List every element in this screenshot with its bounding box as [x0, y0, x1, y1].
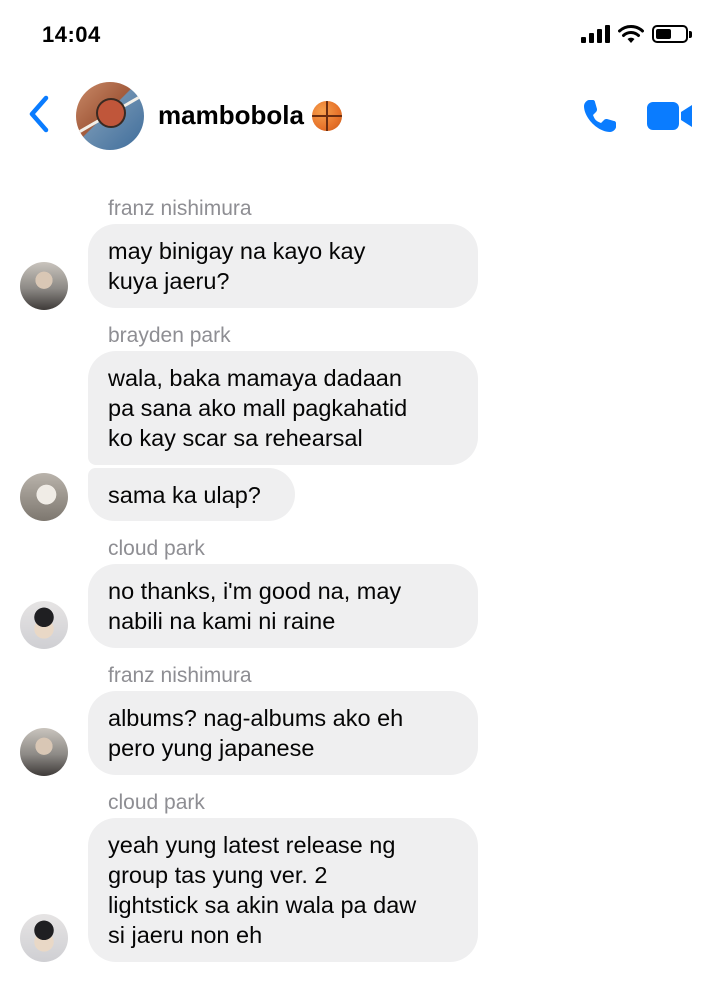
video-call-icon[interactable]	[646, 100, 694, 132]
back-chevron-icon[interactable]	[24, 94, 54, 134]
message-bubble[interactable]: yeah yung latest release ng group tas yu…	[88, 818, 478, 962]
message-bubble[interactable]: no thanks, i'm good na, may nabili na ka…	[88, 564, 478, 648]
message-text: si jaeru non eh	[108, 922, 263, 948]
group-name: mambobola	[158, 100, 304, 130]
message-text: lightstick sa akin wala pa daw	[108, 892, 417, 918]
message-text: ko kay scar sa rehearsal	[108, 425, 363, 451]
group-avatar[interactable]	[76, 82, 144, 150]
sender-name: brayden park	[108, 324, 231, 347]
wifi-icon	[618, 25, 644, 43]
sender-name: cloud park	[108, 791, 205, 814]
message-text: may binigay na kayo kay	[108, 238, 366, 264]
message-text: nabili na kami ni raine	[108, 608, 336, 634]
message-text: wala, baka mamaya dadaan	[108, 365, 402, 391]
message-bubble[interactable]: may binigay na kayo kay kuya jaeru?	[88, 224, 478, 308]
message-text: kuya jaeru?	[108, 268, 230, 294]
status-icons	[581, 24, 692, 44]
avatar-brayden-park[interactable]	[20, 473, 68, 521]
sender-name: cloud park	[108, 537, 205, 560]
avatar-franz-nishimura[interactable]	[20, 728, 68, 776]
avatar-cloud-park[interactable]	[20, 601, 68, 649]
phone-call-icon[interactable]	[580, 96, 620, 136]
message-text: group tas yung ver. 2	[108, 862, 328, 888]
sender-name: franz nishimura	[108, 664, 252, 687]
message-text: pero yung japanese	[108, 735, 315, 761]
message-bubble[interactable]: sama ka ulap?	[88, 468, 295, 521]
battery-icon	[652, 25, 692, 43]
message-bubble[interactable]: wala, baka mamaya dadaan pa sana ako mal…	[88, 351, 478, 465]
message-text: albums? nag-albums ako eh	[108, 705, 404, 731]
sender-name: franz nishimura	[108, 197, 252, 220]
message-text: sama ka ulap?	[108, 482, 261, 508]
status-bar: 14:04	[0, 0, 720, 70]
message-text: pa sana ako mall pagkahatid	[108, 395, 408, 421]
status-time: 14:04	[42, 22, 101, 47]
group-title[interactable]: mambobola	[158, 100, 342, 131]
cellular-signal-icon	[581, 25, 610, 43]
avatar-cloud-park[interactable]	[20, 914, 68, 962]
message-text: yeah yung latest release ng	[108, 832, 396, 858]
chat-header: mambobola	[0, 78, 720, 156]
basketball-icon	[311, 100, 342, 131]
avatar-franz-nishimura[interactable]	[20, 262, 68, 310]
message-text: no thanks, i'm good na, may	[108, 578, 402, 604]
message-bubble[interactable]: albums? nag-albums ako eh pero yung japa…	[88, 691, 478, 775]
